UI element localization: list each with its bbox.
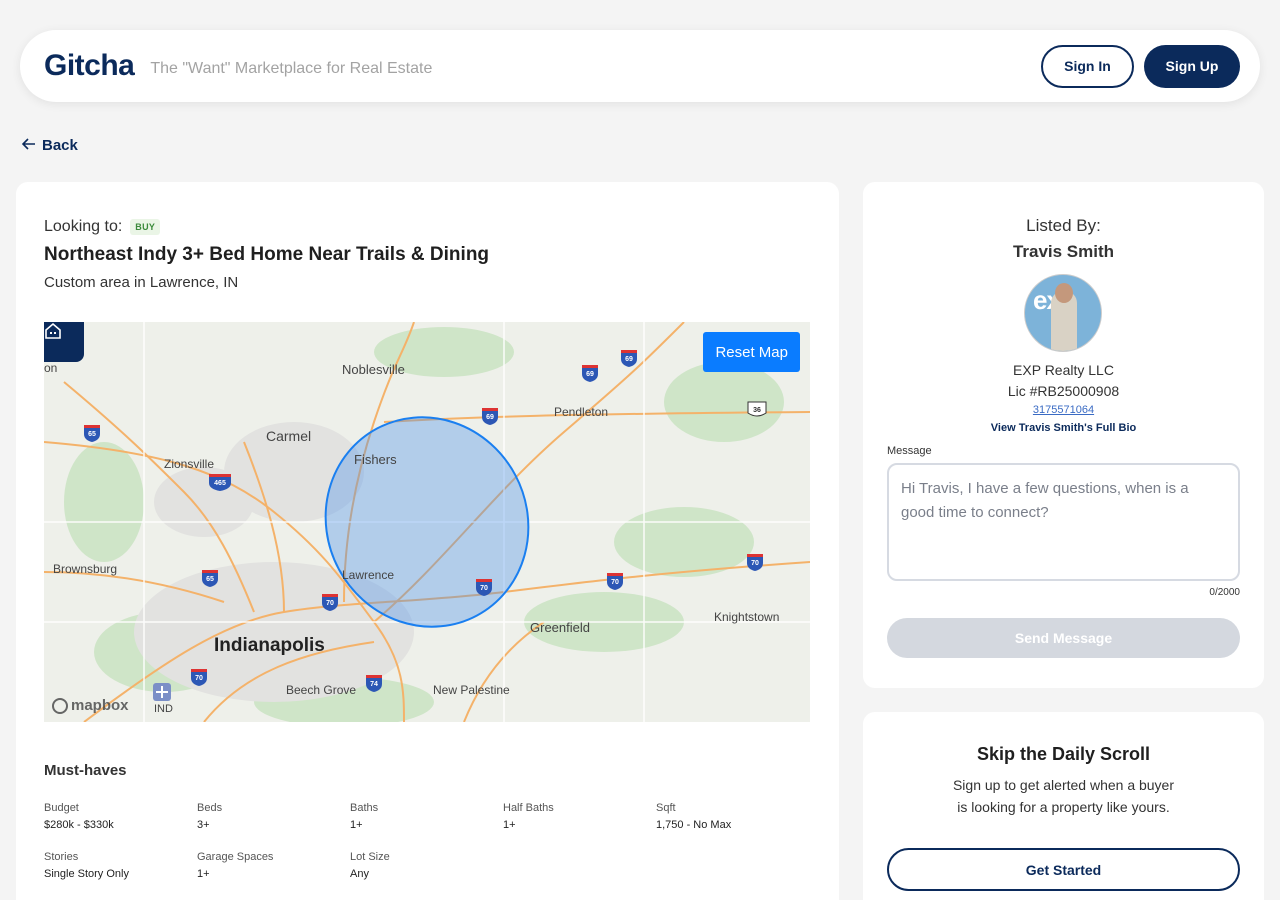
- avatar: exp: [1024, 274, 1102, 352]
- listing-location: Custom area in Lawrence, IN: [44, 274, 239, 291]
- back-label: Back: [42, 137, 78, 154]
- arrow-left-icon: [21, 137, 36, 154]
- agent-name: Travis Smith: [1012, 242, 1115, 261]
- airport-icon: [153, 683, 171, 701]
- svg-text:69: 69: [625, 356, 633, 363]
- get-started-button[interactable]: Get Started: [887, 848, 1240, 891]
- back-link[interactable]: Back: [21, 137, 78, 154]
- fact-half-baths: Half Baths 1+: [503, 802, 554, 831]
- svg-text:70: 70: [611, 579, 619, 586]
- place-label: Zionsville: [164, 457, 214, 471]
- looking-to-row: Looking to: BUY: [44, 218, 161, 236]
- listed-by-label: Listed By:: [1026, 216, 1101, 235]
- place-label: New Palestine: [433, 683, 510, 697]
- buy-badge: BUY: [130, 219, 161, 235]
- mapbox-icon: [52, 697, 68, 714]
- place-label: IND: [154, 703, 173, 715]
- logo-text: Gitcha: [44, 49, 135, 82]
- agent-card: Listed By: Travis Smith exp EXP Realty L…: [863, 182, 1264, 688]
- must-haves-grid: Budget $280k - $330k Beds 3+ Baths 1+ Half …: [44, 802, 814, 880]
- mapbox-attribution[interactable]: mapbox: [52, 697, 129, 714]
- looking-label: Looking to:: [44, 218, 123, 235]
- promo-text: Sign up to get alerted when a buyer is l…: [952, 777, 1175, 815]
- map-home-button[interactable]: [44, 322, 84, 362]
- svg-text:70: 70: [195, 675, 203, 682]
- svg-text:65: 65: [206, 576, 214, 583]
- svg-text:70: 70: [480, 585, 488, 592]
- agent-phone-link[interactable]: 3175571064: [863, 404, 1264, 416]
- send-message-button[interactable]: Send Message: [887, 618, 1240, 658]
- place-label: Brownsburg: [53, 562, 117, 576]
- svg-text:65: 65: [88, 431, 96, 438]
- svg-text:74: 74: [370, 681, 378, 688]
- gitcha-logo[interactable]: Gitcha: [44, 49, 135, 83]
- svg-text:70: 70: [751, 560, 759, 567]
- svg-text:69: 69: [586, 371, 594, 378]
- map-canvas[interactable]: Noblesville Pendleton Carmel Fishers Zio…: [44, 322, 810, 722]
- sign-in-button[interactable]: Sign In: [1041, 44, 1134, 88]
- character-counter: 0/2000: [1209, 587, 1240, 598]
- fact-lot-size: Lot Size Any: [350, 851, 390, 880]
- reset-map-button[interactable]: Reset Map: [703, 332, 800, 372]
- fact-budget: Budget $280k - $330k: [44, 802, 114, 831]
- agent-company: EXP Realty LLC: [1013, 362, 1114, 378]
- listing-card: Looking to: BUY Northeast Indy 3+ Bed Ho…: [16, 182, 839, 900]
- place-label: Noblesville: [342, 362, 405, 377]
- svg-text:69: 69: [486, 414, 494, 421]
- place-label: Beech Grove: [286, 683, 356, 697]
- map-view[interactable]: Noblesville Pendleton Carmel Fishers Zio…: [44, 322, 810, 722]
- listing-title: Northeast Indy 3+ Bed Home Near Trails &…: [44, 244, 490, 265]
- top-header: Gitcha The "Want" Marketplace for Real E…: [20, 30, 1260, 102]
- place-label: Fishers: [354, 452, 397, 467]
- signup-promo-card: Skip the Daily Scroll Sign up to get ale…: [863, 712, 1264, 900]
- agent-license: Lic #RB25000908: [1007, 383, 1120, 399]
- fact-stories: Stories Single Story Only: [44, 851, 129, 880]
- tagline: The "Want" Marketplace for Real Estate: [150, 60, 433, 77]
- fact-baths: Baths 1+: [350, 802, 379, 831]
- sign-up-button[interactable]: Sign Up: [1144, 44, 1240, 88]
- message-label: Message: [887, 445, 932, 457]
- place-label: Carmel: [266, 428, 311, 444]
- fact-garage: Garage Spaces 1+: [197, 851, 274, 880]
- svg-text:70: 70: [326, 600, 334, 607]
- place-label: Knightstown: [714, 610, 779, 624]
- place-label: Greenfield: [530, 620, 590, 635]
- promo-title: Skip the Daily Scroll: [976, 744, 1151, 764]
- must-haves-title: Must-haves: [44, 762, 127, 779]
- svg-text:36: 36: [753, 407, 761, 414]
- place-label: Lawrence: [342, 568, 394, 582]
- fact-sqft: Sqft 1,750 - No Max: [656, 802, 732, 831]
- message-input[interactable]: Hi Travis, I have a few questions, when …: [887, 463, 1240, 581]
- place-label: Pendleton: [554, 405, 608, 419]
- place-label: Indianapolis: [214, 635, 325, 656]
- place-label: on: [44, 361, 57, 375]
- fact-beds: Beds 3+: [197, 802, 223, 831]
- svg-text:465: 465: [214, 480, 226, 487]
- agent-bio-link[interactable]: View Travis Smith's Full Bio: [863, 422, 1264, 434]
